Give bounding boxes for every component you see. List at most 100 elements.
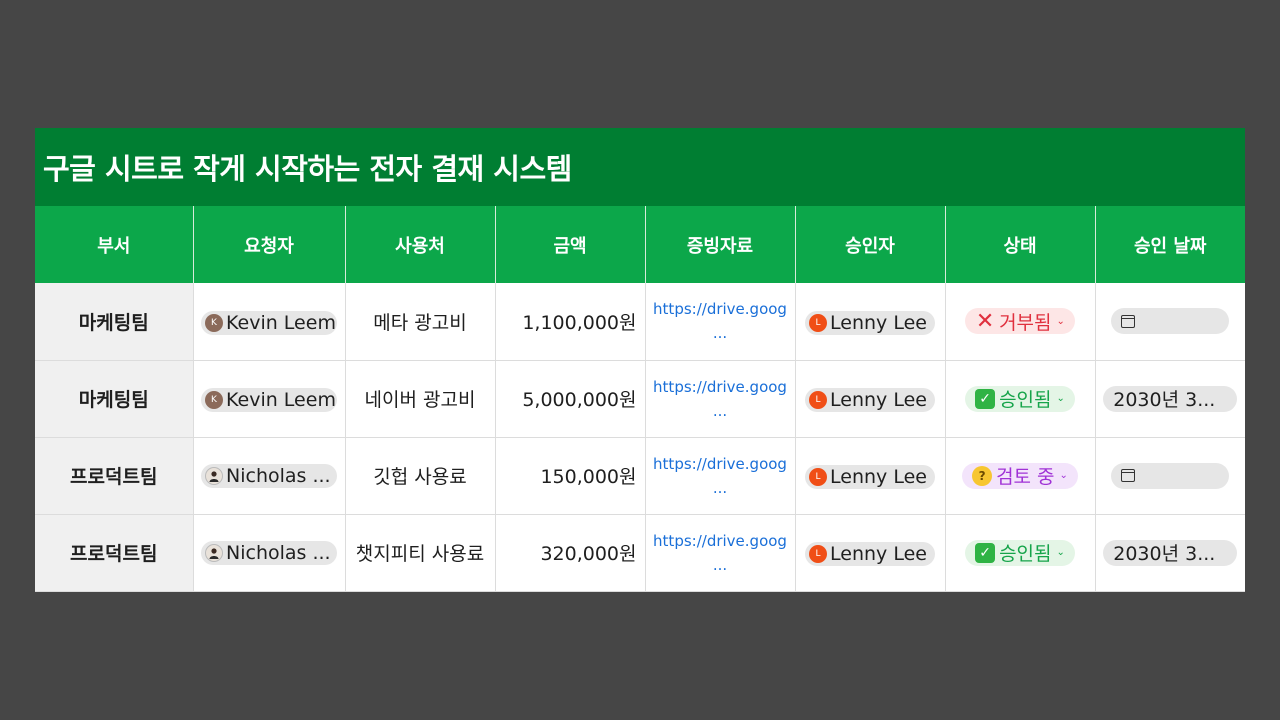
header-usage[interactable]: 사용처	[345, 206, 496, 283]
cell-evidence-link[interactable]: https://drive.goog ...	[645, 283, 796, 361]
person-chip[interactable]: Nicholas ...	[201, 463, 337, 488]
link-text[interactable]: https://drive.goog	[646, 529, 795, 553]
link-text[interactable]: https://drive.goog	[646, 452, 795, 476]
cell-dept[interactable]: 마케팅팀	[35, 360, 194, 438]
person-name: Lenny Lee	[830, 466, 927, 488]
person-chip[interactable]: L Lenny Lee	[805, 542, 935, 566]
person-chip[interactable]: K Kevin Leem	[201, 310, 337, 335]
person-chip[interactable]: L Lenny Lee	[805, 388, 935, 412]
cell-approval-date[interactable]	[1095, 437, 1245, 515]
avatar: L	[809, 545, 828, 563]
date-chip[interactable]	[1111, 308, 1230, 335]
cell-dept[interactable]: 프로덕트팀	[35, 437, 194, 515]
date-chip[interactable]	[1111, 462, 1230, 489]
person-name: Lenny Lee	[830, 311, 927, 334]
link-overflow: ...	[712, 555, 728, 574]
header-dept[interactable]: 부서	[35, 206, 194, 283]
cell-evidence-link[interactable]: https://drive.goog ...	[645, 514, 796, 592]
check-mark-icon: ✓	[975, 388, 996, 409]
cell-usage[interactable]: 챗지피티 사용료	[345, 514, 496, 592]
person-chip[interactable]: L Lenny Lee	[805, 310, 935, 335]
status-dropdown[interactable]: ✓ 승인됨 ⌄	[965, 539, 1075, 566]
person-name: Kevin Leem	[226, 311, 336, 334]
cell-amount[interactable]: 150,000원	[495, 437, 646, 515]
header-evidence[interactable]: 증빙자료	[645, 206, 796, 283]
cell-requester[interactable]: Nicholas ...	[193, 437, 346, 515]
cell-status[interactable]: ✕ 거부됨 ⌄	[945, 283, 1096, 361]
approval-table: 부서 요청자 사용처 금액 증빙자료 승인자 상태 승인 날짜 마케팅팀 K K…	[35, 206, 1245, 592]
header-row: 부서 요청자 사용처 금액 증빙자료 승인자 상태 승인 날짜	[35, 206, 1245, 283]
status-dropdown[interactable]: ✕ 거부됨 ⌄	[965, 308, 1075, 335]
header-requester[interactable]: 요청자	[193, 206, 346, 283]
thinking-face-icon: ?	[972, 465, 993, 486]
status-dropdown[interactable]: ✓ 승인됨 ⌄	[965, 385, 1075, 412]
person-avatar-icon	[205, 543, 223, 562]
date-value: 2030년 3...	[1113, 389, 1216, 411]
chevron-down-icon: ⌄	[1059, 470, 1068, 481]
link-overflow: ...	[712, 401, 728, 420]
cell-requester[interactable]: K Kevin Leem	[193, 360, 346, 438]
cell-amount[interactable]: 320,000원	[495, 514, 646, 592]
cell-status[interactable]: ? 검토 중 ⌄	[945, 437, 1096, 515]
cell-dept[interactable]: 마케팅팀	[35, 283, 194, 361]
cell-amount[interactable]: 5,000,000원	[495, 360, 646, 438]
person-name: Nicholas ...	[226, 464, 331, 487]
person-chip[interactable]: L Lenny Lee	[805, 465, 935, 489]
avatar: K	[205, 313, 223, 332]
cell-status[interactable]: ✓ 승인됨 ⌄	[945, 360, 1096, 438]
cell-approver[interactable]: L Lenny Lee	[795, 514, 946, 592]
cell-amount[interactable]: 1,100,000원	[495, 283, 646, 361]
cell-status[interactable]: ✓ 승인됨 ⌄	[945, 514, 1096, 592]
avatar: K	[205, 391, 223, 409]
date-value: 2030년 3...	[1113, 543, 1216, 565]
status-label: 승인됨	[999, 543, 1052, 565]
cell-dept[interactable]: 프로덕트팀	[35, 514, 194, 592]
date-chip[interactable]: 2030년 3...	[1103, 539, 1238, 566]
person-chip[interactable]: K Kevin Leem	[201, 388, 337, 412]
cross-mark-icon: ✕	[975, 308, 995, 334]
link-overflow: ...	[712, 324, 728, 342]
cell-approver[interactable]: L Lenny Lee	[795, 437, 946, 515]
link-text[interactable]: https://drive.goog	[646, 297, 795, 321]
status-label: 검토 중	[996, 466, 1055, 488]
header-status[interactable]: 상태	[945, 206, 1096, 283]
status-label: 승인됨	[999, 389, 1052, 411]
check-mark-icon: ✓	[975, 542, 996, 563]
status-label: 거부됨	[999, 311, 1052, 334]
title-bar: 구글 시트로 작게 시작하는 전자 결재 시스템	[35, 128, 1245, 206]
table-row: 프로덕트팀 Nicholas ... 챗지피티 사용료 320,000원 htt…	[35, 514, 1245, 592]
link-text[interactable]: https://drive.goog	[646, 375, 795, 399]
header-approver[interactable]: 승인자	[795, 206, 946, 283]
cell-evidence-link[interactable]: https://drive.goog ...	[645, 360, 796, 438]
cell-approver[interactable]: L Lenny Lee	[795, 360, 946, 438]
cell-approval-date[interactable]: 2030년 3...	[1095, 360, 1245, 438]
cell-approval-date[interactable]: 2030년 3...	[1095, 514, 1245, 592]
cell-evidence-link[interactable]: https://drive.goog ...	[645, 437, 796, 515]
cell-requester[interactable]: Nicholas ...	[193, 514, 346, 592]
cell-approver[interactable]: L Lenny Lee	[795, 283, 946, 361]
person-name: Lenny Lee	[830, 543, 927, 565]
person-avatar-icon	[205, 466, 223, 485]
header-amount[interactable]: 금액	[495, 206, 646, 283]
date-chip[interactable]: 2030년 3...	[1103, 385, 1238, 412]
cell-approval-date[interactable]	[1095, 283, 1245, 361]
table-row: 프로덕트팀 Nicholas ... 깃헙 사용료 150,000원 https…	[35, 437, 1245, 515]
cell-requester[interactable]: K Kevin Leem	[193, 283, 346, 361]
cell-usage[interactable]: 메타 광고비	[345, 283, 496, 361]
table-row: 마케팅팀 K Kevin Leem 네이버 광고비 5,000,000원 htt…	[35, 360, 1245, 438]
calendar-icon	[1121, 469, 1136, 482]
chevron-down-icon: ⌄	[1056, 547, 1065, 558]
avatar: L	[809, 313, 828, 332]
table-row: 마케팅팀 K Kevin Leem 메타 광고비 1,100,000원 http…	[35, 283, 1245, 361]
header-approval-date[interactable]: 승인 날짜	[1095, 206, 1245, 283]
person-chip[interactable]: Nicholas ...	[201, 540, 337, 565]
cell-usage[interactable]: 네이버 광고비	[345, 360, 496, 438]
chevron-down-icon: ⌄	[1056, 315, 1065, 327]
spreadsheet: 구글 시트로 작게 시작하는 전자 결재 시스템 부서 요청자 사용처 금액 증…	[35, 128, 1245, 592]
status-dropdown[interactable]: ? 검토 중 ⌄	[962, 462, 1078, 489]
person-name: Lenny Lee	[830, 389, 927, 411]
calendar-icon	[1121, 314, 1136, 328]
cell-usage[interactable]: 깃헙 사용료	[345, 437, 496, 515]
avatar: L	[809, 468, 828, 486]
person-name: Nicholas ...	[226, 541, 331, 564]
